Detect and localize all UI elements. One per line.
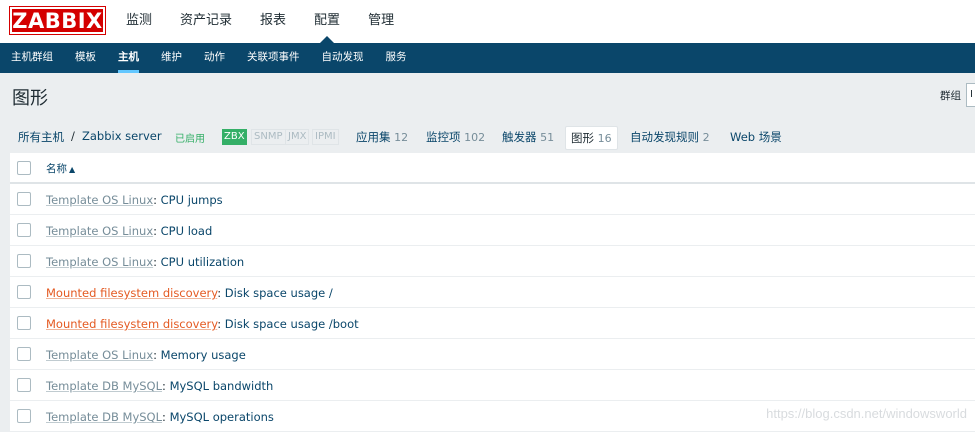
graph-link[interactable]: Disk space usage / [225, 286, 333, 300]
table-row: Template OS Linux: CPU load [10, 215, 975, 246]
graph-name-cell: Template DB MySQL: MySQL bandwidth [46, 379, 274, 393]
name-header-label: 名称 [46, 163, 67, 175]
row-checkbox[interactable] [17, 316, 31, 330]
table-row: Template OS Linux: Memory usage [10, 339, 975, 370]
menu-inventory[interactable]: 资产记录 [166, 0, 246, 43]
row-checkbox[interactable] [17, 223, 31, 237]
all-hosts-link[interactable]: 所有主机 [18, 129, 64, 145]
submenu-hosts[interactable]: 主机 [107, 43, 150, 73]
sub-menu: 主机群组 模板 主机 维护 动作 关联项事件 自动发现 服务 [0, 43, 418, 73]
template-link[interactable]: Template DB MySQL [46, 379, 162, 393]
breadcrumb-separator: / [71, 129, 75, 143]
graph-link[interactable]: CPU load [161, 224, 213, 238]
top-header: ZABBIX 监测 资产记录 报表 配置 管理 [0, 0, 975, 43]
discovery-rule-link[interactable]: Mounted filesystem discovery [46, 317, 217, 331]
menu-monitoring[interactable]: 监测 [112, 0, 166, 43]
discovery-rule-link[interactable]: Mounted filesystem discovery [46, 286, 217, 300]
template-link[interactable]: Template OS Linux [46, 348, 153, 362]
graphs-label: 图形 [571, 131, 594, 145]
template-link[interactable]: Template OS Linux [46, 193, 153, 207]
template-link[interactable]: Template OS Linux [46, 255, 153, 269]
discovery-rules-count: 2 [702, 131, 710, 144]
graph-name-cell: Template OS Linux: CPU jumps [46, 193, 223, 207]
name-column-header[interactable]: 名称 ▲ [46, 161, 75, 176]
select-all-checkbox[interactable] [17, 161, 31, 175]
submenu-discovery[interactable]: 自动发现 [311, 43, 375, 73]
table-row: Template DB MySQL: MySQL bandwidth [10, 370, 975, 401]
table-row: Template OS Linux: CPU jumps [10, 184, 975, 215]
submenu-templates[interactable]: 模板 [64, 43, 107, 73]
items-link[interactable]: 监控项 102 [426, 129, 485, 145]
table-row: Mounted filesystem discovery: Disk space… [10, 277, 975, 308]
graph-name-cell: Template OS Linux: Memory usage [46, 348, 246, 362]
zbx-badge: ZBX [222, 129, 247, 145]
row-checkbox[interactable] [17, 409, 31, 423]
items-label: 监控项 [426, 130, 461, 144]
graph-name-cell: Mounted filesystem discovery: Disk space… [46, 317, 359, 331]
discovery-rules-link[interactable]: 自动发现规则 2 [630, 129, 710, 145]
row-checkbox[interactable] [17, 378, 31, 392]
snmp-badge: SNMP [251, 129, 286, 145]
graph-name-cell: Template OS Linux: CPU load [46, 224, 213, 238]
graph-name-cell: Template DB MySQL: MySQL operations [46, 410, 274, 424]
row-checkbox[interactable] [17, 254, 31, 268]
submenu-actions[interactable]: 动作 [193, 43, 236, 73]
triggers-link[interactable]: 触发器 51 [502, 129, 554, 145]
row-checkbox[interactable] [17, 285, 31, 299]
items-count: 102 [464, 131, 486, 144]
submenu-services[interactable]: 服务 [375, 43, 418, 73]
submenu-event-correlation[interactable]: 关联项事件 [236, 43, 311, 73]
group-select[interactable]: I [966, 83, 975, 107]
graphs-tab[interactable]: 图形 16 [565, 126, 618, 150]
table-row: Template OS Linux: CPU utilization [10, 246, 975, 277]
graphs-table: 名称 ▲ Template OS Linux: CPU jumps Templat… [10, 153, 975, 432]
applications-link[interactable]: 应用集 12 [356, 129, 408, 145]
graph-link[interactable]: MySQL bandwidth [170, 379, 274, 393]
host-link[interactable]: Zabbix server [82, 129, 162, 143]
row-checkbox[interactable] [17, 347, 31, 361]
applications-count: 12 [394, 131, 409, 144]
web-scenarios-link[interactable]: Web 场景 [730, 129, 782, 145]
menu-administration[interactable]: 管理 [354, 0, 408, 43]
jmx-badge: JMX [285, 129, 310, 145]
template-link[interactable]: Template OS Linux [46, 224, 153, 238]
triggers-label: 触发器 [502, 130, 537, 144]
graphs-count: 16 [597, 132, 612, 145]
applications-label: 应用集 [356, 130, 391, 144]
host-navigation: 所有主机 / Zabbix server 已启用 ZBX SNMP JMX IP… [0, 125, 975, 150]
submenu-maintenance[interactable]: 维护 [150, 43, 193, 73]
submenu-host-groups[interactable]: 主机群组 [0, 43, 64, 73]
table-row: Mounted filesystem discovery: Disk space… [10, 308, 975, 339]
sort-ascending-icon: ▲ [69, 165, 76, 174]
graph-link[interactable]: CPU jumps [161, 193, 223, 207]
triggers-count: 51 [540, 131, 555, 144]
menu-configuration[interactable]: 配置 [300, 0, 354, 43]
row-checkbox[interactable] [17, 192, 31, 206]
discovery-rules-label: 自动发现规则 [630, 130, 699, 144]
table-header: 名称 ▲ [10, 153, 975, 184]
watermark: https://blog.csdn.net/windowsworld [766, 406, 967, 421]
graph-link[interactable]: CPU utilization [161, 255, 245, 269]
menu-reports[interactable]: 报表 [246, 0, 300, 43]
page-title: 图形 [12, 88, 48, 109]
zabbix-logo[interactable]: ZABBIX [9, 6, 106, 35]
main-menu: 监测 资产记录 报表 配置 管理 [112, 0, 408, 43]
template-link[interactable]: Template DB MySQL [46, 410, 162, 424]
graph-link[interactable]: Disk space usage /boot [225, 317, 359, 331]
group-filter-label: 群组 [940, 90, 961, 102]
sub-menu-bar: 主机群组 模板 主机 维护 动作 关联项事件 自动发现 服务 [0, 43, 975, 73]
graph-link[interactable]: Memory usage [161, 348, 246, 362]
graph-name-cell: Mounted filesystem discovery: Disk space… [46, 286, 333, 300]
host-status: 已启用 [175, 134, 205, 145]
graph-link[interactable]: MySQL operations [170, 410, 274, 424]
ipmi-badge: IPMI [312, 129, 339, 145]
graph-name-cell: Template OS Linux: CPU utilization [46, 255, 245, 269]
